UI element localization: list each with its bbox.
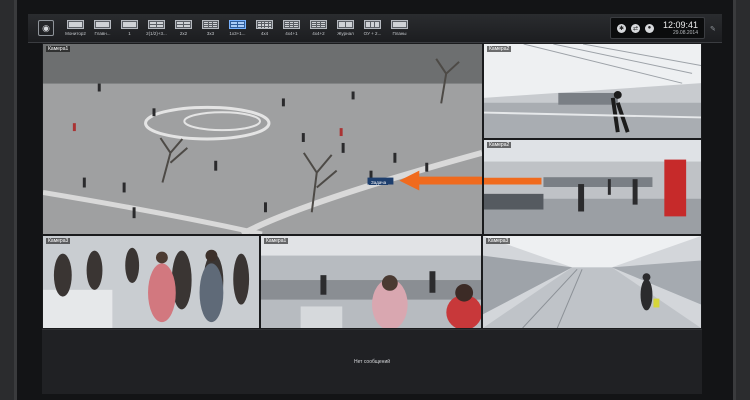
camera-grid: Камера1 Задача Камера2 Камера2 Камера3 К…: [42, 43, 702, 329]
camera-bottom-left[interactable]: Камера3: [42, 235, 260, 329]
layout-button-label: 4x4+1: [285, 31, 298, 36]
layout-button[interactable]: ОУ + 2...: [359, 20, 386, 36]
layout-grid-icon: [94, 20, 111, 29]
layout-button-label: 1x3+1...: [229, 31, 246, 36]
layout-button-label: ОУ + 2...: [363, 31, 382, 36]
layout-button[interactable]: 1: [116, 20, 143, 36]
camera-main-label: Камера1: [46, 46, 71, 52]
layout-button[interactable]: 2x2: [170, 20, 197, 36]
alarm-icon[interactable]: ✱: [616, 23, 626, 33]
message-text: Нет сообщений: [353, 359, 391, 365]
clock-date: 29.08.2014: [672, 29, 698, 36]
camera-top-right-label: Камера2: [487, 46, 512, 52]
layout-button-label: Главн...: [94, 31, 111, 36]
layout-button[interactable]: Журнал: [332, 20, 359, 36]
layout-grid-icon: [364, 20, 381, 29]
camera-bottom-right[interactable]: Камера3: [482, 235, 702, 329]
camera-top-right[interactable]: Камера2: [483, 43, 702, 139]
layout-button[interactable]: 4x4+1: [278, 20, 305, 36]
status-area: ✱ ⇄ ● 12:09:41 29.08.2014 ✎: [609, 17, 722, 39]
layout-grid-icon: [256, 20, 273, 29]
camera-top-right-view: [484, 44, 701, 138]
layout-toolbar: ◉ Монитор2 Главн... 1 2(1/2)+3... 2x2 3x3 1x3+…: [28, 14, 722, 43]
layout-button[interactable]: 2(1/2)+3...: [143, 20, 170, 36]
layout-grid-icon: [148, 20, 165, 29]
app-logo-icon[interactable]: ◉: [38, 20, 54, 36]
camera-main[interactable]: Камера1 Задача: [42, 43, 483, 235]
layout-button-label: Журнал: [337, 31, 354, 36]
layout-grid-icon: [310, 20, 327, 29]
layout-button-label: 2(1/2)+3...: [146, 31, 167, 36]
layout-button-label: 3x3: [206, 31, 215, 36]
layout-button[interactable]: Планы: [386, 20, 413, 36]
camera-bottom-mid-view: [261, 236, 481, 328]
layout-grid-icon: [67, 20, 84, 29]
status-panel: ✱ ⇄ ● 12:09:41 29.08.2014: [609, 17, 705, 39]
layout-grid-icon: [229, 20, 246, 29]
camera-bottom-left-view: [43, 236, 259, 328]
layout-grid-icon: [175, 20, 192, 29]
layout-grid-icon: [121, 20, 138, 29]
camera-mid-right[interactable]: Камера2: [483, 139, 702, 235]
camera-bottom-right-view: [483, 236, 701, 328]
network-icon[interactable]: ⇄: [630, 23, 640, 33]
camera-main-tag: Задача: [369, 180, 389, 185]
layout-button[interactable]: 4x4+2: [305, 20, 332, 36]
camera-bottom-right-label: Камера3: [486, 238, 511, 244]
camera-bottom-mid[interactable]: Камера1: [260, 235, 482, 329]
user-icon[interactable]: ●: [644, 23, 654, 33]
camera-mid-right-label: Камера2: [487, 142, 512, 148]
message-panel: Нет сообщений: [42, 329, 702, 394]
layout-button-label: 2x2: [179, 31, 188, 36]
layout-button-label: Планы: [392, 31, 407, 36]
layout-button-label: 4x4: [260, 31, 269, 36]
layout-button-label: 1: [128, 31, 131, 36]
layout-button[interactable]: 3x3: [197, 20, 224, 36]
layout-button-label: Монитор2: [65, 31, 86, 36]
layout-button[interactable]: Главн...: [89, 20, 116, 36]
camera-bottom-left-label: Камера3: [46, 238, 71, 244]
layout-button-label: 4x4+2: [312, 31, 325, 36]
layout-buttons: Монитор2 Главн... 1 2(1/2)+3... 2x2 3x3 1x3+1.…: [62, 20, 413, 36]
layout-grid-icon: [391, 20, 408, 29]
pin-icon[interactable]: ✎: [710, 25, 716, 33]
camera-mid-right-view: [484, 140, 701, 234]
layout-button[interactable]: 1x3+1...: [224, 20, 251, 36]
layout-grid-icon: [202, 20, 219, 29]
layout-grid-icon: [337, 20, 354, 29]
clock-time: 12:09:41: [662, 19, 698, 30]
camera-bottom-mid-label: Камера1: [264, 238, 289, 244]
layout-button[interactable]: 4x4: [251, 20, 278, 36]
clock: 12:09:41 29.08.2014: [663, 20, 698, 37]
camera-main-view: [43, 44, 482, 234]
layout-grid-icon: [283, 20, 300, 29]
layout-button[interactable]: Монитор2: [62, 20, 89, 36]
